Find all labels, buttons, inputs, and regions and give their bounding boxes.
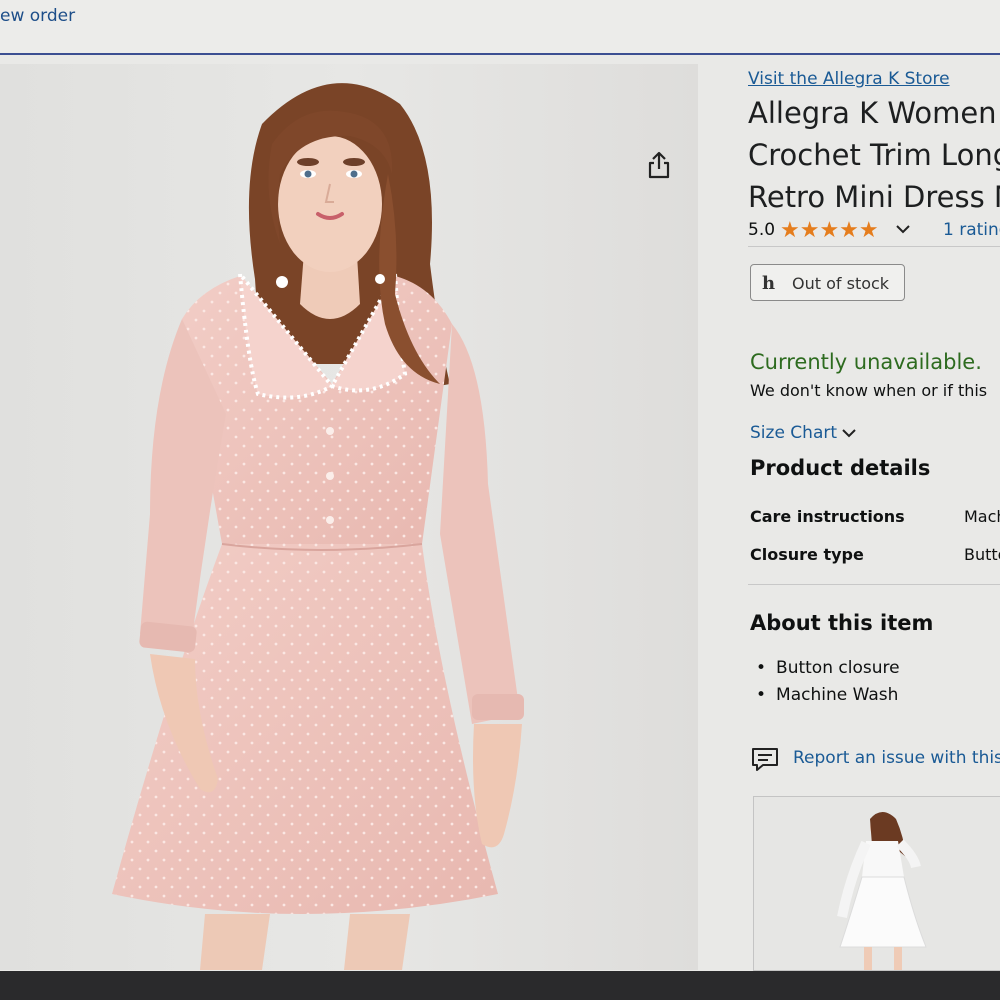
related-product-thumbnail[interactable] xyxy=(753,796,1000,971)
report-issue-label: Report an issue with this xyxy=(793,748,1000,768)
thumbnail-photo xyxy=(754,797,1000,970)
product-details-column: Visit the Allegra K Store Allegra K Wome… xyxy=(748,0,1000,1000)
product-details-heading: Product details xyxy=(750,456,931,480)
size-chart-link[interactable]: Size Chart xyxy=(750,423,857,443)
size-chart-label: Size Chart xyxy=(750,423,838,443)
product-photo xyxy=(0,64,698,970)
product-title-line-2: Crochet Trim Long xyxy=(748,138,1000,172)
view-order-link[interactable]: ew order xyxy=(0,6,75,26)
about-item-heading: About this item xyxy=(750,611,934,635)
rating-value: 5.0 xyxy=(748,220,776,240)
out-of-stock-label: Out of stock xyxy=(792,274,890,293)
out-of-stock-button[interactable]: h Out of stock xyxy=(750,264,905,301)
product-image-panel[interactable] xyxy=(0,64,698,970)
divider xyxy=(748,246,1000,247)
availability-status: Currently unavailable. xyxy=(750,350,982,374)
star-rating-icon[interactable]: ★★★★★ xyxy=(780,218,879,243)
rating-count-link[interactable]: 1 rating xyxy=(943,220,1000,240)
list-item: Machine Wash xyxy=(756,685,900,712)
about-item-list: Button closure Machine Wash xyxy=(756,658,900,712)
visit-store-link[interactable]: Visit the Allegra K Store xyxy=(748,69,950,89)
detail-value-care: Machine Wash xyxy=(964,507,1000,526)
divider xyxy=(748,584,1000,585)
share-icon[interactable] xyxy=(646,150,672,180)
chevron-down-icon xyxy=(842,429,856,438)
monitor-bezel xyxy=(0,971,1000,1000)
chevron-down-icon[interactable] xyxy=(894,222,912,236)
product-title-line-3: Retro Mini Dress M xyxy=(748,180,1000,214)
product-title-line-1: Allegra K Women xyxy=(748,96,997,130)
report-issue-icon xyxy=(752,748,778,771)
detail-value-closure: Button xyxy=(964,545,1000,564)
detail-label-care: Care instructions xyxy=(750,507,905,526)
availability-note: We don't know when or if this xyxy=(750,381,988,400)
stock-icon: h xyxy=(762,273,776,294)
detail-label-closure: Closure type xyxy=(750,545,864,564)
list-item: Button closure xyxy=(756,658,900,685)
